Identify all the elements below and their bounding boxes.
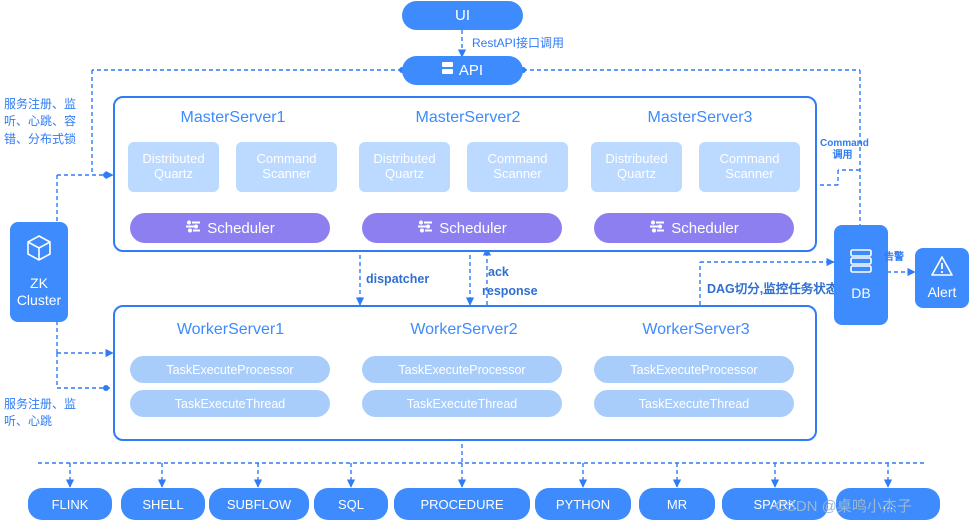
label-alarm: 告警 xyxy=(884,252,904,263)
task-python[interactable]: PYTHON xyxy=(535,488,631,520)
worker-3-task-execute-processor[interactable]: TaskExecuteProcessor xyxy=(594,356,794,383)
master-3-command-scanner[interactable]: Command Scanner xyxy=(699,142,800,192)
watermark: CSDN @桌鸣小杰子 xyxy=(775,498,912,515)
worker-server-3-title: WorkerServer3 xyxy=(642,321,750,338)
task-subflow[interactable]: SUBFLOW xyxy=(209,488,309,520)
node-api[interactable]: API xyxy=(402,56,523,85)
alert-icon xyxy=(931,255,953,280)
worker-server-2-title: WorkerServer2 xyxy=(410,321,518,338)
label-zk-register-top: 服务注册、监听、心跳、容错、分布式锁 xyxy=(4,97,77,146)
node-api-label: API xyxy=(458,62,484,79)
master-2-scheduler[interactable]: Scheduler xyxy=(362,213,562,243)
task-procedure[interactable]: PROCEDURE xyxy=(394,488,530,520)
node-alert[interactable]: Alert xyxy=(915,248,969,308)
task-flink[interactable]: FLINK xyxy=(28,488,112,520)
node-ui[interactable]: UI xyxy=(402,1,523,30)
worker-server-1-title: WorkerServer1 xyxy=(176,321,285,338)
task-shell[interactable]: SHELL xyxy=(121,488,205,520)
label-dispatcher: dispatcher xyxy=(366,272,430,286)
master-3-scheduler[interactable]: Scheduler xyxy=(594,213,794,243)
cube-icon xyxy=(27,235,51,265)
master-3-distributed-quartz[interactable]: Distributed Quartz xyxy=(591,142,682,192)
label-ack: ack xyxy=(488,265,509,279)
master-1-command-scanner[interactable]: Command Scanner xyxy=(236,142,337,192)
worker-2-task-execute-thread[interactable]: TaskExecuteThread xyxy=(362,390,562,417)
database-icon xyxy=(850,248,872,277)
scheduler-icon xyxy=(417,220,433,237)
scheduler-icon xyxy=(649,220,665,237)
node-alert-label: Alert xyxy=(927,283,957,300)
label-dag: DAG切分,监控任务状态 xyxy=(707,282,839,296)
worker-3-task-execute-thread[interactable]: TaskExecuteThread xyxy=(594,390,794,417)
label-rest-api: RestAPI接口调用 xyxy=(472,36,565,50)
worker-1-task-execute-processor[interactable]: TaskExecuteProcessor xyxy=(130,356,330,383)
worker-2-task-execute-processor[interactable]: TaskExecuteProcessor xyxy=(362,356,562,383)
worker-1-task-execute-thread[interactable]: TaskExecuteThread xyxy=(130,390,330,417)
master-2-command-scanner[interactable]: Command Scanner xyxy=(467,142,568,192)
node-zk-line2: Cluster xyxy=(16,291,62,308)
task-sql[interactable]: SQL xyxy=(314,488,388,520)
master-server-2-title: MasterServer2 xyxy=(415,109,521,126)
server-icon xyxy=(441,62,453,79)
master-1-scheduler[interactable]: Scheduler xyxy=(130,213,330,243)
label-zk-register-bottom: 服务注册、监听、心跳 xyxy=(4,397,77,429)
node-zk-cluster[interactable]: ZK Cluster xyxy=(10,222,68,322)
node-db-label: DB xyxy=(851,284,871,301)
node-ui-label: UI xyxy=(455,7,470,24)
label-response: response xyxy=(482,284,538,298)
node-db[interactable]: DB xyxy=(834,225,888,325)
node-zk-line1: ZK xyxy=(30,275,48,292)
task-mr[interactable]: MR xyxy=(639,488,715,520)
master-2-distributed-quartz[interactable]: Distributed Quartz xyxy=(359,142,450,192)
label-command: Command 调用 xyxy=(820,138,869,161)
master-server-1-title: MasterServer1 xyxy=(180,109,286,126)
master-1-distributed-quartz[interactable]: Distributed Quartz xyxy=(128,142,219,192)
scheduler-icon xyxy=(185,220,201,237)
master-server-3-title: MasterServer3 xyxy=(647,109,753,126)
